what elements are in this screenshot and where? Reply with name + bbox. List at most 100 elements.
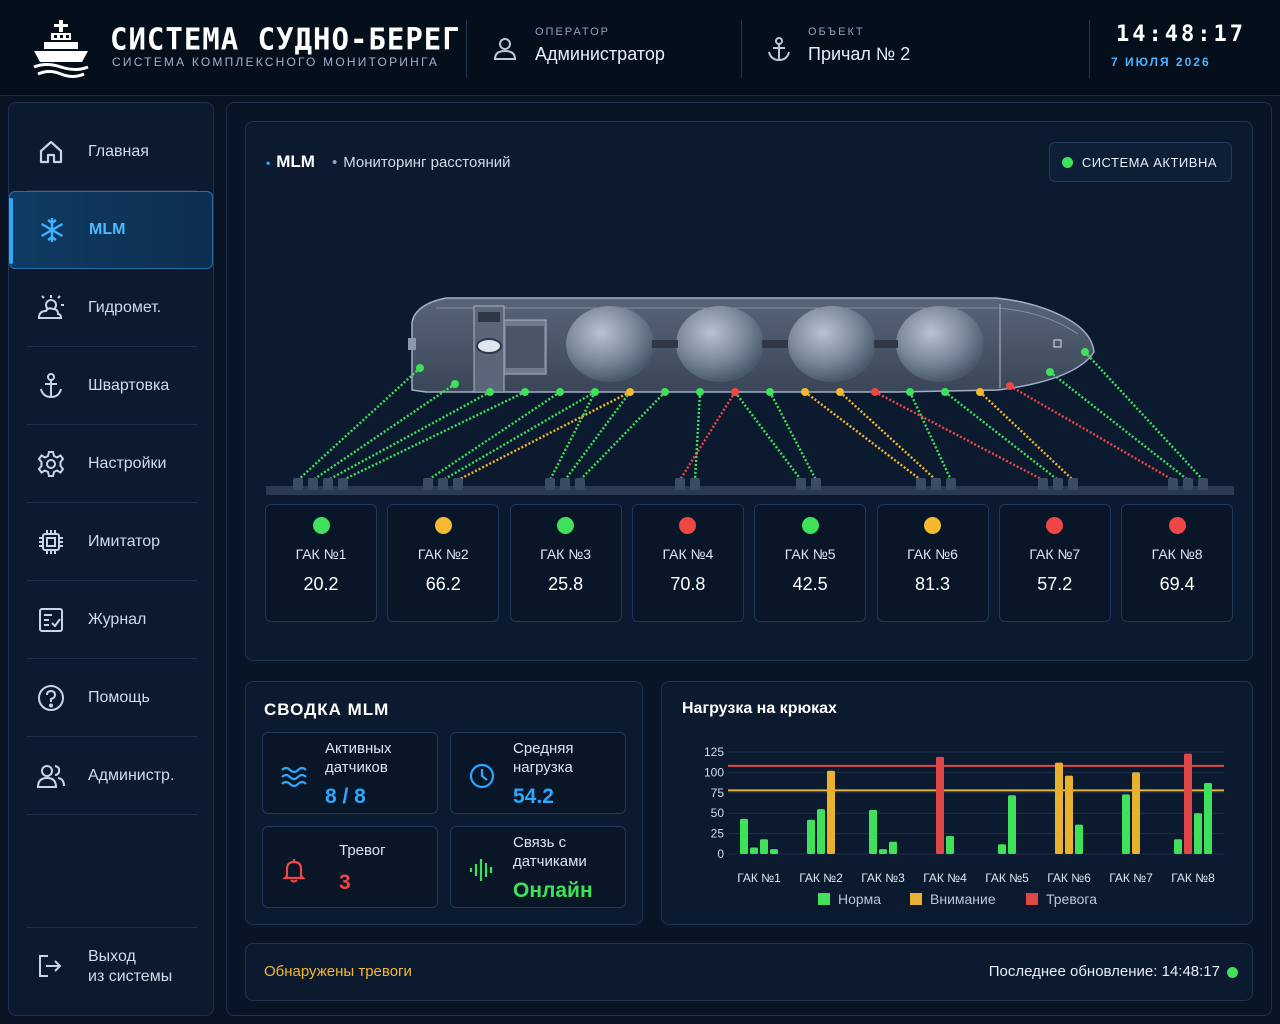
sidebar-item-admin[interactable]: Администр. [27, 737, 197, 815]
hook-card[interactable]: ГАК №7 57.2 [998, 504, 1111, 622]
y-tick-label: 100 [704, 765, 724, 779]
chart-bar [750, 847, 758, 854]
chart-bar [1132, 772, 1140, 854]
fairlead-sensor [871, 388, 879, 396]
bollard [690, 478, 700, 490]
bollard [1168, 478, 1178, 490]
chart-bar [946, 836, 954, 854]
online-indicator [1227, 967, 1238, 978]
x-tick-label: ГАК №6 [1047, 871, 1091, 885]
mooring-line [768, 391, 818, 481]
header-divider [1089, 20, 1090, 78]
ship-diagram [266, 297, 1234, 495]
hook-name: ГАК №7 [1029, 546, 1081, 562]
sidebar-item-label: MLM [89, 221, 126, 238]
bollard [1053, 478, 1063, 490]
fairlead-sensor [941, 388, 949, 396]
hook-card[interactable]: ГАК №6 81.3 [876, 504, 989, 622]
hook-card[interactable]: ГАК №4 70.8 [631, 504, 744, 622]
y-tick-label: 125 [704, 745, 724, 759]
stat-value: 8 / 8 [325, 785, 366, 808]
bollard [323, 478, 333, 490]
fairlead-sensor [906, 388, 914, 396]
logout-label: Выход из системы [88, 947, 172, 987]
bollard [1038, 478, 1048, 490]
chart-bar [760, 839, 768, 854]
object-value: Причал № 2 [808, 44, 911, 64]
stat-label-line2: датчиков [325, 759, 388, 776]
anchor-icon [36, 371, 66, 401]
hook-name: ГАК №6 [907, 546, 958, 562]
sidebar-item-home[interactable]: Главная [27, 113, 197, 191]
sidebar-item-mooring[interactable]: Швартовка [27, 347, 197, 425]
chart-bar [1174, 839, 1182, 854]
stat-label-line1: Связь с [513, 834, 567, 851]
bollard [560, 478, 570, 490]
sidebar-item-hydromet[interactable]: Гидромет. [27, 269, 197, 347]
hook-card[interactable]: ГАК №2 66.2 [387, 504, 500, 622]
stat-label: Связь с датчиками [513, 833, 587, 871]
sidebar-item-label: Главная [88, 142, 149, 160]
stat-avg-load: Средняя нагрузка 54.2 [450, 732, 626, 814]
y-tick-label: 75 [711, 786, 725, 800]
signal-icon [469, 859, 493, 881]
chart-bar [770, 849, 778, 854]
sidebar-item-simulator[interactable]: Имитатор [27, 503, 197, 581]
legend-swatch [818, 893, 830, 905]
mooring-line [1009, 384, 1174, 482]
mooring-line [693, 391, 702, 481]
quay-wall [266, 486, 1234, 495]
hook-value: 42.5 [792, 574, 828, 594]
sidebar-item-label: Имитатор [88, 532, 161, 550]
bollard [1198, 478, 1208, 490]
x-tick-label: ГАК №3 [861, 871, 905, 885]
sidebar-item-label: Гидромет. [88, 298, 162, 316]
hook-name: ГАК №4 [662, 546, 714, 562]
bollard [453, 478, 463, 490]
hook-value: 57.2 [1037, 574, 1073, 594]
hook-value: 81.3 [914, 574, 951, 594]
summary-title: СВОДКА MLM [264, 700, 390, 719]
sidebar-item-mlm[interactable]: MLM [9, 191, 213, 269]
bollard [675, 478, 685, 490]
sidebar-item-journal[interactable]: Журнал [27, 581, 197, 659]
fairlead-sensor [521, 388, 529, 396]
bollard [438, 478, 448, 490]
y-tick-label: 0 [717, 847, 724, 861]
hook-card[interactable]: ГАК №8 69.4 [1121, 504, 1234, 622]
chart-bar [1055, 762, 1063, 854]
hook-load-chart-panel: Нагрузка на крюках 0 25 50 75 100 125 ГАК №1 ГА… [661, 681, 1253, 925]
hook-card[interactable]: ГАК №3 25.8 [509, 504, 622, 622]
date: 7 ИЮЛЯ 2026 [1111, 55, 1211, 69]
bollard [308, 478, 318, 490]
mooring-line [548, 391, 597, 481]
fairlead-sensor [1006, 382, 1014, 390]
hook-status-dot [924, 517, 941, 534]
hook-value: 20.2 [303, 574, 339, 594]
stat-active-sensors: Активных датчиков 8 / 8 [262, 732, 438, 814]
stat-sensor-link: Связь с датчиками Онлайн [450, 826, 626, 908]
hook-name: ГАК №5 [784, 546, 836, 562]
hook-card[interactable]: ГАК №5 42.5 [754, 504, 867, 622]
waves-icon [281, 766, 307, 788]
fairlead-sensor [591, 388, 599, 396]
fairlead-sensor [836, 388, 844, 396]
hook-value: 69.4 [1159, 574, 1195, 594]
x-tick-label: ГАК №7 [1109, 871, 1153, 885]
app-header: СИСТЕМА СУДНО-БЕРЕГ СИСТЕМА КОМПЛЕКСНОГО… [0, 0, 1280, 96]
app-subtitle: СИСТЕМА КОМПЛЕКСНОГО МОНИТОРИНГА [112, 55, 440, 69]
chip-icon [36, 527, 66, 557]
hook-status-dot [1046, 517, 1064, 534]
anchor-icon [768, 37, 790, 62]
sidebar-item-help[interactable]: Помощь [27, 659, 197, 737]
stat-label-line1: Средняя [513, 740, 574, 757]
operator-caption: ОПЕРАТОР [535, 26, 610, 38]
chart-bar [1065, 775, 1073, 854]
fairlead-sensor [766, 388, 774, 396]
chart-bar [936, 756, 944, 854]
hook-card[interactable]: ГАК №1 20.2 [265, 504, 377, 622]
logout-button[interactable]: Выход из системы [27, 927, 197, 1005]
ship-cargo-tank [788, 306, 876, 382]
sidebar-item-settings[interactable]: Настройки [27, 425, 197, 503]
stat-label: Тревог [339, 842, 386, 859]
